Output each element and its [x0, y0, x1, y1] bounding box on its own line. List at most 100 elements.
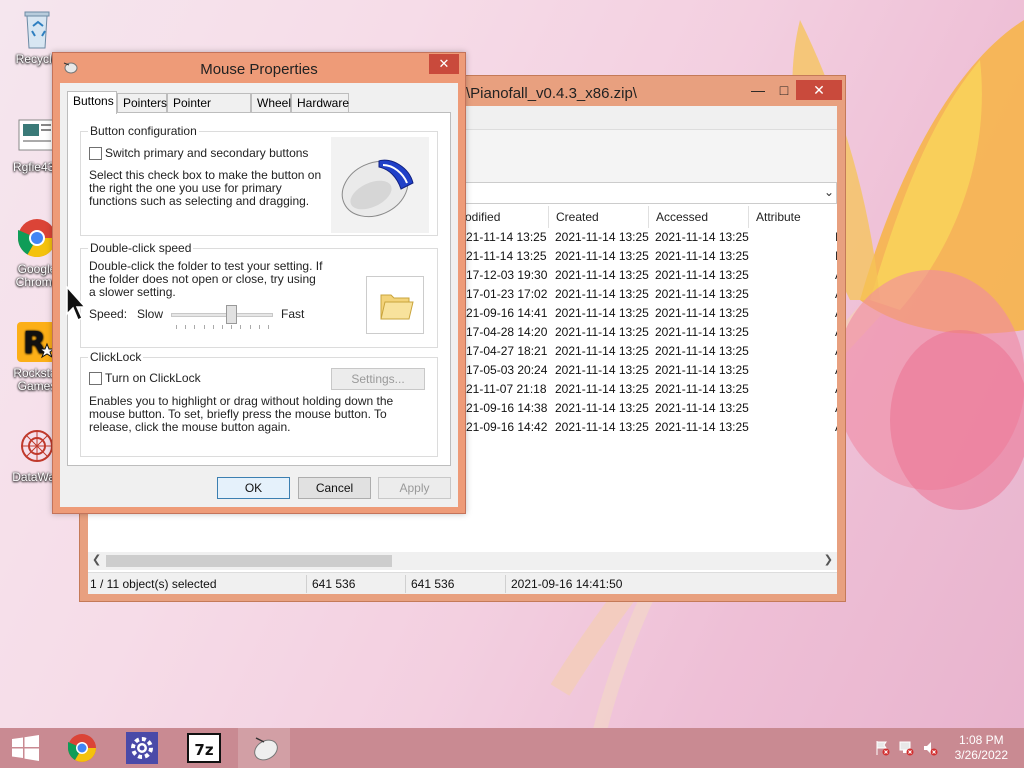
taskbar-7zip[interactable]: 7z: [178, 728, 230, 768]
clicklock-checkbox[interactable]: [89, 372, 102, 385]
taskbar-chrome[interactable]: [56, 728, 108, 768]
cell-created: 2021-11-14 13:25: [555, 249, 649, 263]
ok-button[interactable]: OK: [217, 477, 290, 499]
slider-track[interactable]: [171, 313, 273, 317]
mouse-properties-dialog[interactable]: Mouse Properties ✕ Buttons Pointers Poin…: [52, 52, 466, 514]
svg-text:7z: 7z: [194, 741, 213, 759]
clicklock-description: Enables you to highlight or drag without…: [89, 394, 394, 434]
cell-created: 2021-11-14 13:25: [555, 420, 649, 434]
cell-accessed: 2021-11-14 13:25: [655, 230, 749, 244]
cell-created: 2021-11-14 13:25: [555, 287, 649, 301]
cell-attributes: A: [835, 266, 837, 285]
taskbar-settings[interactable]: [116, 728, 168, 768]
slider-tick: [268, 325, 269, 329]
slider-tick: [222, 325, 223, 329]
system-clock[interactable]: 1:08 PM 3/26/2022: [955, 733, 1008, 763]
action-center-flag-icon[interactable]: [874, 740, 890, 756]
folder-icon: [380, 294, 414, 320]
cell-modified: 21-11-07 21:18: [466, 382, 547, 396]
taskbar: 7z 1:08 PM 3/26/2022: [0, 728, 1024, 768]
network-icon[interactable]: [898, 740, 914, 756]
window-title: \Pianofall_v0.4.3_x86.zip\: [466, 85, 637, 102]
cancel-button[interactable]: Cancel: [298, 477, 371, 499]
cell-modified: 21-11-14 13:25: [466, 249, 547, 263]
slider-tick: [213, 325, 214, 329]
cell-accessed: 2021-11-14 13:25: [655, 344, 749, 358]
checkbox-label[interactable]: Switch primary and secondary buttons: [105, 147, 325, 160]
column-header-created[interactable]: Created: [549, 206, 649, 228]
taskbar-mouse-properties[interactable]: [238, 728, 290, 768]
cell-modified: 21-11-14 13:25: [466, 230, 547, 244]
tab-wheel[interactable]: Wheel: [251, 93, 291, 113]
cell-accessed: 2021-11-14 13:25: [655, 287, 749, 301]
tab-panel-buttons: Button configuration Switch primary and …: [67, 112, 451, 466]
slider-tick: [231, 325, 232, 329]
status-packed-size: 641 536: [411, 577, 455, 591]
clicklock-group: ClickLock Turn on ClickLock Settings... …: [80, 350, 438, 457]
group-title: ClickLock: [88, 350, 144, 364]
cell-accessed: 2021-11-14 13:25: [655, 382, 749, 396]
maximize-button[interactable]: □: [770, 80, 798, 100]
button-config-description: Select this check box to make the button…: [89, 168, 322, 208]
cell-attributes: A: [835, 323, 837, 342]
start-icon: [12, 735, 39, 761]
cell-modified: 17-04-27 18:21: [466, 344, 548, 358]
apply-button[interactable]: Apply: [378, 477, 451, 499]
cell-modified: 17-01-23 17:02: [466, 287, 548, 301]
status-date: 2021-09-16 14:41:50: [511, 577, 623, 591]
column-header-attributes[interactable]: Attribute: [749, 206, 837, 228]
cell-created: 2021-11-14 13:25: [555, 344, 649, 358]
column-header-accessed[interactable]: Accessed: [649, 206, 749, 228]
cell-attributes: I: [835, 249, 837, 263]
mouse-icon: [254, 737, 278, 761]
volume-muted-icon[interactable]: [922, 740, 938, 756]
cell-accessed: 2021-11-14 13:25: [655, 306, 749, 320]
slider-tick: [240, 325, 241, 329]
test-folder[interactable]: [366, 276, 424, 334]
mouse-cursor-icon: [66, 286, 87, 322]
cell-attributes: A: [835, 380, 837, 399]
button-configuration-group: Button configuration Switch primary and …: [80, 124, 438, 236]
cell-attributes: A: [835, 342, 837, 361]
cell-created: 2021-11-14 13:25: [555, 268, 649, 282]
close-button[interactable]: ✕: [796, 80, 842, 100]
scrollbar-thumb[interactable]: [106, 555, 392, 567]
scroll-left-icon[interactable]: ❮: [92, 553, 101, 566]
cell-created: 2021-11-14 13:25: [555, 230, 649, 244]
column-header-modified[interactable]: odified: [458, 206, 549, 228]
tab-buttons[interactable]: Buttons: [67, 91, 117, 114]
cell-attributes: A: [835, 361, 837, 380]
clicklock-settings-button[interactable]: Settings...: [331, 368, 425, 390]
scroll-right-icon[interactable]: ❯: [824, 553, 833, 566]
7zip-icon: 7z: [187, 733, 221, 763]
double-click-description: Double-click the folder to test your set…: [89, 259, 323, 299]
slider-tick: [204, 325, 205, 329]
cell-created: 2021-11-14 13:25: [555, 401, 649, 415]
dialog-body: Buttons Pointers Pointer Options Wheel H…: [60, 83, 458, 507]
double-click-speed-slider[interactable]: [171, 305, 273, 331]
cell-modified: 21-09-16 14:38: [466, 401, 548, 415]
slider-thumb[interactable]: [226, 305, 237, 324]
settings-icon: [126, 732, 158, 764]
cell-modified: 17-04-28 14:20: [466, 325, 548, 339]
cell-modified: 17-05-03 20:24: [466, 363, 548, 377]
checkbox-label[interactable]: Turn on ClickLock: [105, 372, 265, 385]
status-size: 641 536: [312, 577, 356, 591]
tab-pointer-options[interactable]: Pointer Options: [167, 93, 251, 128]
start-button[interactable]: [0, 728, 52, 768]
cell-accessed: 2021-11-14 13:25: [655, 249, 749, 263]
cell-modified: 21-09-16 14:41: [466, 306, 548, 320]
chevron-down-icon[interactable]: ⌄: [824, 185, 834, 199]
dialog-close-button[interactable]: ✕: [429, 54, 459, 74]
tab-pointers[interactable]: Pointers: [117, 93, 167, 113]
fast-label: Fast: [281, 307, 305, 321]
tab-hardware[interactable]: Hardware: [291, 93, 349, 113]
switch-buttons-checkbox[interactable]: [89, 147, 102, 160]
cell-modified: 17-12-03 19:30: [466, 268, 548, 282]
status-bar: 1 / 11 object(s) selected 641 536 641 53…: [88, 572, 837, 594]
cell-attributes: A: [835, 399, 837, 418]
mouse-image: [331, 137, 429, 233]
minimize-button[interactable]: —: [744, 80, 772, 100]
cell-attributes: I: [835, 230, 837, 244]
horizontal-scrollbar[interactable]: ❮ ❯: [88, 552, 837, 570]
